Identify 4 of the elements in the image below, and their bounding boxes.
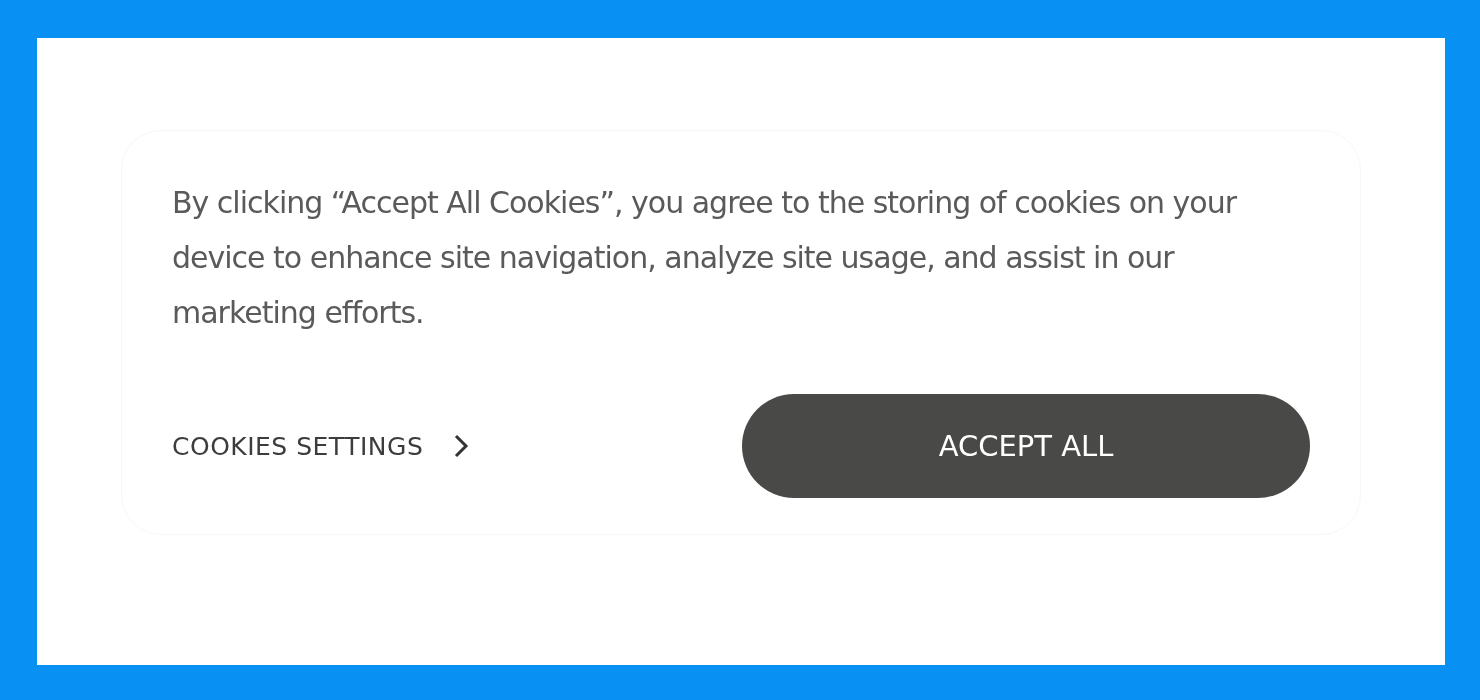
chevron-right-icon bbox=[453, 433, 470, 459]
accept-all-button[interactable]: ACCEPT ALL bbox=[742, 394, 1310, 498]
cookies-settings-link[interactable]: COOKIES SETTINGS bbox=[172, 431, 470, 461]
consent-message: By clicking “Accept All Cookies”, you agree to the storing of cookies on your device to enhance site navigation, analyze site usage, and assist in our marketing efforts. bbox=[172, 184, 1238, 332]
